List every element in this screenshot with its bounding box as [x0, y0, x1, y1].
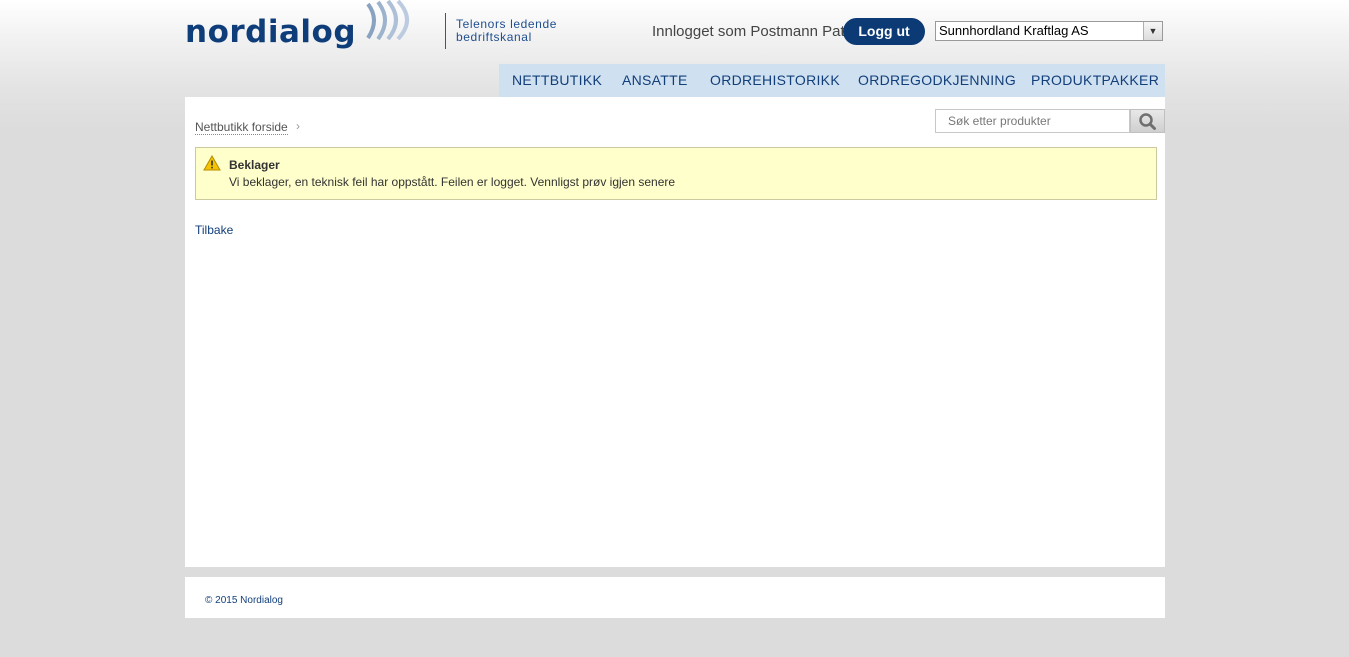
copyright: © 2015 Nordialog	[205, 595, 283, 606]
nav-item-ordrehistorikk[interactable]: ORDREHISTORIKK	[710, 72, 840, 88]
tagline-line-2: bedriftskanal	[456, 30, 532, 44]
warning-icon	[203, 155, 221, 171]
logo-text: nordialog	[185, 13, 357, 50]
header-divider	[445, 13, 446, 49]
nav-item-ordregodkjenning[interactable]: ORDREGODKJENNING	[858, 72, 1016, 88]
error-alert: Beklager Vi beklager, en teknisk feil ha…	[195, 147, 1157, 200]
tagline: Telenors ledende bedriftskanal	[456, 18, 576, 44]
search-button[interactable]	[1130, 109, 1165, 133]
chevron-right-icon: ›	[296, 119, 300, 133]
nav-item-ansatte[interactable]: ANSATTE	[622, 72, 688, 88]
main-content: Nettbutikk forside › Søk etter produkter…	[185, 97, 1165, 567]
site-footer: © 2015 Nordialog	[185, 577, 1165, 618]
main-nav: NETTBUTIKK ANSATTE ORDREHISTORIKK ORDREG…	[499, 64, 1165, 97]
logout-button[interactable]: Logg ut	[843, 18, 925, 45]
search-input[interactable]: Søk etter produkter	[935, 109, 1130, 133]
alert-message: Vi beklager, en teknisk feil har oppståt…	[229, 175, 676, 189]
back-link[interactable]: Tilbake	[195, 223, 233, 237]
nav-item-nettbutikk[interactable]: NETTBUTIKK	[512, 72, 602, 88]
search-icon	[1139, 113, 1156, 130]
login-status: Innlogget som Postmann Pat	[652, 23, 845, 40]
breadcrumb-home-link[interactable]: Nettbutikk forside	[195, 120, 288, 135]
chevron-down-icon[interactable]: ▼	[1143, 22, 1162, 40]
company-select[interactable]: Sunnhordland Kraftlag AS ▼	[935, 21, 1163, 41]
logo[interactable]: nordialog	[185, 12, 356, 52]
nav-item-produktpakker[interactable]: PRODUKTPAKKER	[1031, 72, 1159, 88]
alert-title: Beklager	[229, 158, 280, 172]
company-select-value: Sunnhordland Kraftlag AS	[939, 23, 1089, 38]
signal-waves-icon	[366, 0, 409, 40]
